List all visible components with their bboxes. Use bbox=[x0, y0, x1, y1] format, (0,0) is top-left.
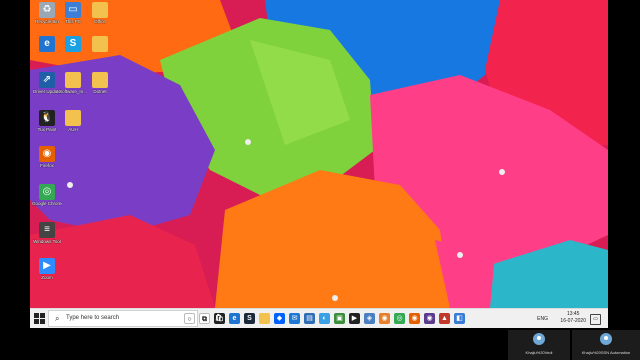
desktop-icon[interactable]: ◉ Firefox bbox=[32, 146, 62, 168]
app5-icon[interactable]: ◉ bbox=[424, 313, 435, 324]
driver-update-icon: ⇗ bbox=[39, 72, 55, 88]
desktop-icon[interactable]: S bbox=[58, 36, 88, 53]
edge-icon: e bbox=[39, 36, 55, 52]
desktop-icon[interactable]: Office bbox=[85, 2, 115, 24]
app4-icon[interactable]: ◉ bbox=[379, 313, 390, 324]
folder-icon bbox=[65, 110, 81, 126]
tux-paint-icon: 🐧 bbox=[39, 110, 55, 126]
desktop-icon[interactable]: Dotnet bbox=[85, 72, 115, 94]
folder-icon bbox=[92, 72, 108, 88]
clock[interactable]: 13:45 16-07-2020 bbox=[560, 311, 586, 325]
search-placeholder: Type here to search bbox=[66, 315, 120, 321]
desktop-icon[interactable]: ▭ This PC bbox=[58, 2, 88, 24]
system-tray: ENG 13:45 16-07-2020 ▭ bbox=[494, 309, 604, 329]
desktop-icon[interactable]: ◎ Google Chrome bbox=[32, 184, 62, 206]
desktop-icon-label: Firefox bbox=[40, 163, 54, 168]
edge-icon[interactable]: e bbox=[229, 313, 240, 324]
clock-date: 16-07-2020 bbox=[560, 318, 586, 324]
recycle-bin-icon: ♻ bbox=[39, 2, 55, 18]
language-indicator[interactable]: ENG bbox=[537, 316, 548, 322]
computer-icon: ▭ bbox=[65, 2, 81, 18]
desktop-icon-label: Windows Tool bbox=[33, 239, 61, 244]
folder-icon bbox=[65, 72, 81, 88]
app2-icon[interactable]: ◐ bbox=[319, 313, 330, 324]
cortana-icon[interactable]: ○ bbox=[184, 313, 195, 324]
desktop-icon[interactable]: AUH bbox=[58, 110, 88, 132]
app-icon[interactable]: ▤ bbox=[304, 313, 315, 324]
zoom-icon: ▶ bbox=[39, 258, 55, 274]
clock-time: 13:45 bbox=[566, 311, 580, 317]
desktop-icon-label: AUH bbox=[68, 127, 78, 132]
desktop-icon[interactable]: ▶ Zoom bbox=[32, 258, 62, 280]
task-view-icon[interactable]: ⧉ bbox=[199, 313, 210, 324]
desktop-icon-label: Zoom bbox=[41, 275, 53, 280]
dropbox-icon[interactable]: ◆ bbox=[274, 313, 285, 324]
avatar bbox=[533, 333, 545, 345]
user-tile-1[interactable]: Khajiu%20Vedi bbox=[508, 330, 570, 360]
umbrella-wallpaper bbox=[30, 0, 608, 308]
desktop-icon[interactable]: Software_In... bbox=[58, 72, 88, 94]
desktop-icon-label: This PC bbox=[64, 19, 81, 24]
app6-icon[interactable]: ▲ bbox=[439, 313, 450, 324]
desktop-icon-label: Dotnet bbox=[93, 89, 107, 94]
firefox-icon: ◉ bbox=[39, 146, 55, 162]
user-tile-label: Khajiu%20Vedi bbox=[525, 350, 553, 355]
user-tile-label: Khajiu%20SSN Automation bbox=[581, 350, 631, 355]
media-icon[interactable]: ▶ bbox=[349, 313, 360, 324]
app3-icon[interactable]: ▣ bbox=[334, 313, 345, 324]
folder-icon bbox=[92, 36, 108, 52]
chrome-icon: ◎ bbox=[39, 184, 55, 200]
photos-icon[interactable]: ◈ bbox=[364, 313, 375, 324]
app-icon: ≡ bbox=[39, 222, 55, 238]
file-explorer-icon[interactable] bbox=[259, 313, 270, 324]
search-box[interactable]: ⌕ Type here to search bbox=[48, 310, 198, 327]
chrome-icon[interactable]: ◎ bbox=[394, 313, 405, 324]
user-tile-2[interactable]: Khajiu%20SSN Automation bbox=[572, 330, 640, 360]
mail-icon[interactable]: ✉ bbox=[289, 313, 300, 324]
folder-icon bbox=[92, 2, 108, 18]
desktop-icon-label: Google Chrome bbox=[32, 201, 62, 206]
taskbar: ⌕ Type here to search ○ ⧉ 🛍 e S ◆ ✉ ▤ ◐ ▣ ▶ ◈ ◉ ◎ ◉ ◉ ▲ ◧… bbox=[30, 308, 608, 328]
skype-icon: S bbox=[65, 36, 81, 52]
desktop-icon-label: Software_In... bbox=[59, 89, 87, 94]
app7-icon[interactable]: ◧ bbox=[454, 313, 465, 324]
store-icon[interactable]: 🛍 bbox=[214, 313, 225, 324]
search-icon: ⌕ bbox=[55, 314, 60, 323]
desktop-icon-label: Office bbox=[94, 19, 106, 24]
terminal-icon[interactable]: S bbox=[244, 313, 255, 324]
windows-start-icon[interactable] bbox=[34, 313, 46, 325]
desktop-icon[interactable]: ≡ Windows Tool bbox=[32, 222, 62, 244]
notifications-icon[interactable]: ▭ bbox=[590, 314, 601, 325]
avatar bbox=[600, 333, 612, 345]
desktop[interactable]: ♻ Recycle Bin ▭ This PC Office e S ⇗ Driver Upda… bbox=[30, 0, 608, 308]
firefox-icon[interactable]: ◉ bbox=[409, 313, 420, 324]
desktop-icon[interactable] bbox=[85, 36, 115, 53]
